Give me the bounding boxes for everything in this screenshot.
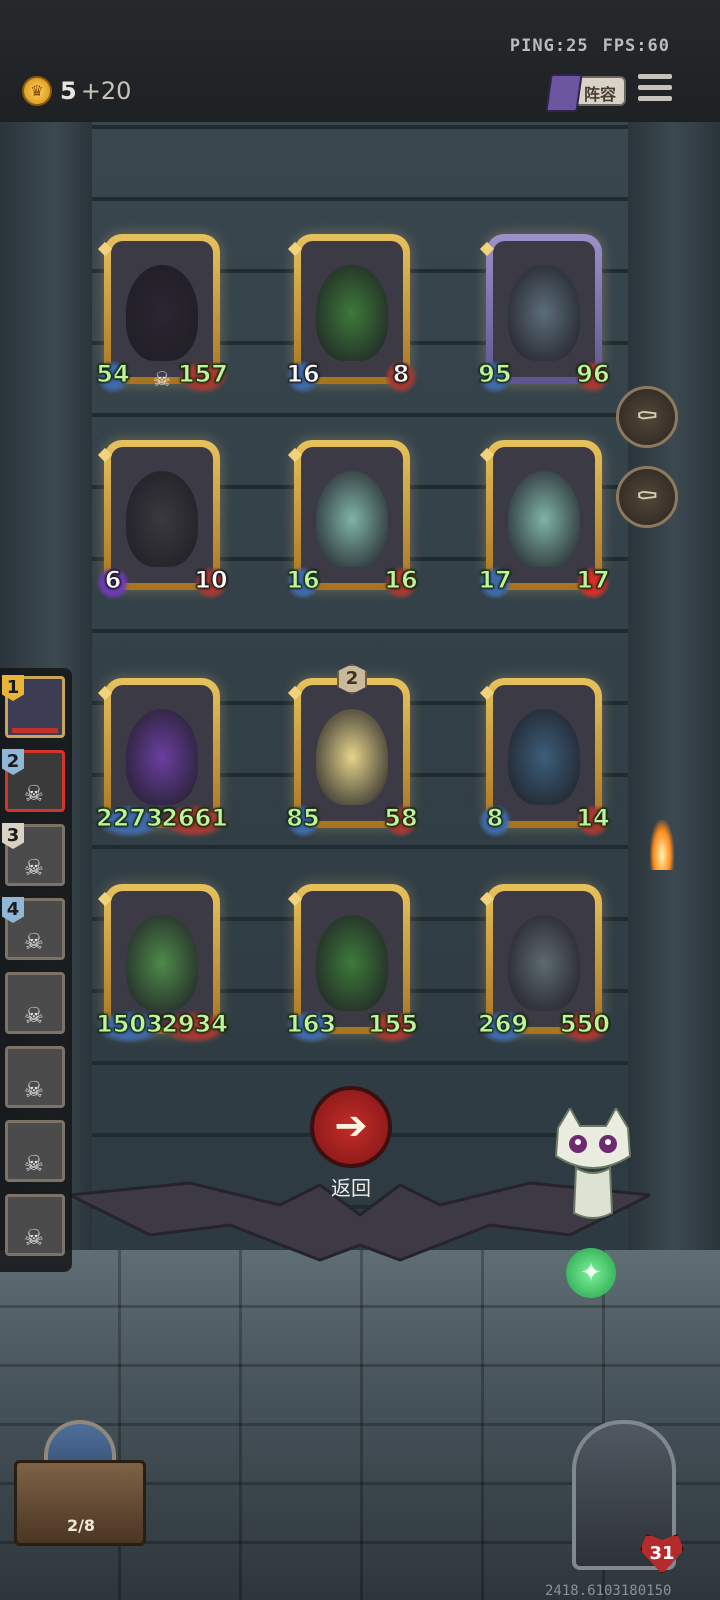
health-stat: 157: [177, 360, 229, 394]
crown-coin-icon: ♛: [22, 76, 52, 106]
attack-stat: 16: [286, 360, 320, 394]
minion-art: [111, 447, 213, 583]
cat-skill-orb[interactable]: ✦: [566, 1248, 616, 1298]
right-pillar: [628, 122, 720, 1272]
attack-stat: 2273: [96, 804, 163, 838]
opponent-list: 1 ☠ 2 ☠ 3 ☠ 4 ☠ ☠ ☠ ☠: [0, 668, 72, 1272]
minion-art: [301, 891, 403, 1027]
shop-count: 2/8: [66, 1516, 96, 1535]
torch-flame: [650, 820, 674, 870]
minion-art: [111, 241, 213, 377]
health-stat: 17: [576, 566, 610, 600]
health-stat: 14: [576, 804, 610, 838]
attack-stat: 269: [477, 1010, 529, 1044]
minion-card-dark-elf-queen[interactable]: 8 14: [478, 678, 610, 838]
opponent-slot[interactable]: ☠: [5, 1194, 65, 1256]
back-label: 返回: [331, 1176, 371, 1200]
opponent-slot[interactable]: ☠: [5, 1046, 65, 1108]
attack-stat: 95: [478, 360, 512, 394]
skull-icon: ☠: [24, 1152, 44, 1177]
back-button[interactable]: ➔: [310, 1086, 392, 1168]
opponent-slot[interactable]: ☠: [5, 1120, 65, 1182]
minion-art: [493, 241, 595, 377]
attack-stat: 163: [285, 1010, 337, 1044]
skull-icon: ☠: [24, 930, 44, 955]
coffin-upgrade-icon[interactable]: ⚰: [616, 466, 678, 528]
book-icon: [545, 74, 583, 112]
hamburger-menu-icon[interactable]: [638, 74, 672, 106]
attack-stat: 16: [286, 566, 320, 600]
rank-badge: 3: [2, 823, 24, 849]
minion-card-elf-sorceress[interactable]: 2273 2661: [96, 678, 228, 838]
ping-readout: PING:25: [509, 36, 589, 56]
cat-companion[interactable]: [548, 1108, 638, 1228]
minion-art: [301, 241, 403, 377]
health-stat: 8: [384, 360, 418, 394]
opponent-slot[interactable]: ☠ 3: [2, 823, 65, 886]
skull-icon: ☠: [153, 367, 171, 391]
opponent-slot[interactable]: 1: [2, 675, 65, 738]
minion-card-mushroom-spider[interactable]: 269 550: [477, 884, 611, 1044]
health-stat: 16: [384, 566, 418, 600]
health-stat: 96: [576, 360, 610, 394]
minion-card-green-dragon[interactable]: 16 8: [286, 234, 418, 394]
attack-stat: 17: [478, 566, 512, 600]
attack-stat: 85: [286, 804, 320, 838]
rank-badge: 4: [2, 897, 24, 923]
opponent-slot[interactable]: ☠ 2: [2, 749, 65, 812]
health-stat: 2661: [161, 804, 228, 838]
attack-stat: 1503: [96, 1010, 163, 1044]
minion-card-shadow-drake[interactable]: 6 10: [96, 440, 228, 600]
rank-badge: 1: [2, 675, 24, 701]
opponent-slot[interactable]: ☠: [5, 972, 65, 1034]
minion-card-forest-fairy[interactable]: 1503 2934: [96, 884, 228, 1044]
fps-readout: FPS:60: [602, 36, 670, 56]
network-status: PING:25 FPS:60: [496, 36, 670, 56]
skull-icon: ☠: [24, 1226, 44, 1251]
minion-art: [493, 685, 595, 821]
minion-card-vampire-bat[interactable]: 95 96: [478, 234, 610, 394]
lineup-button[interactable]: 阵容: [545, 74, 626, 112]
minion-card-sky-dragon[interactable]: 16 16: [286, 440, 418, 600]
gold-income: +20: [80, 77, 132, 105]
health-stat: 58: [384, 804, 418, 838]
arrow-left-icon: ➔: [334, 1103, 368, 1149]
minion-art: [301, 685, 403, 821]
skull-icon: ☠: [24, 1078, 44, 1103]
minion-card-sleeping-princess[interactable]: 85 58 2: [286, 664, 418, 838]
coordinate-readout: 2418.6103180150: [545, 1583, 672, 1599]
minion-card-green-dragon-2[interactable]: 163 155: [285, 884, 419, 1044]
health-stat: 10: [194, 566, 228, 600]
rank-badge: 2: [2, 749, 24, 775]
minion-art: [111, 685, 213, 821]
attack-stat: 54: [96, 360, 130, 394]
gold-counter: 5 +20: [60, 77, 131, 105]
skull-icon: ☠: [24, 1004, 44, 1029]
skull-icon: ☠: [24, 856, 44, 881]
minion-card-sky-dragon-2[interactable]: 17 17: [478, 440, 610, 600]
self-health-bar: [12, 728, 58, 733]
health-stat: 550: [559, 1010, 611, 1044]
minion-art: [301, 447, 403, 583]
minion-art: [493, 447, 595, 583]
minion-art: [493, 891, 595, 1027]
health-stat: 2934: [161, 1010, 228, 1044]
health-stat: 155: [367, 1010, 419, 1044]
attack-stat: 8: [478, 804, 512, 838]
minion-art: [111, 891, 213, 1027]
lineup-label: 阵容: [584, 85, 617, 104]
gold-amount: 5: [60, 77, 77, 105]
minion-card-dark-dragon[interactable]: 54 157 ☠: [96, 234, 229, 394]
opponent-slot[interactable]: ☠ 4: [2, 897, 65, 960]
coffin-sell-icon[interactable]: ⚰: [616, 386, 678, 448]
attack-stat: 6: [96, 566, 130, 600]
top-bar: PING:25 FPS:60 ♛ 5 +20 阵容: [0, 0, 720, 125]
skull-icon: ☠: [24, 782, 44, 807]
